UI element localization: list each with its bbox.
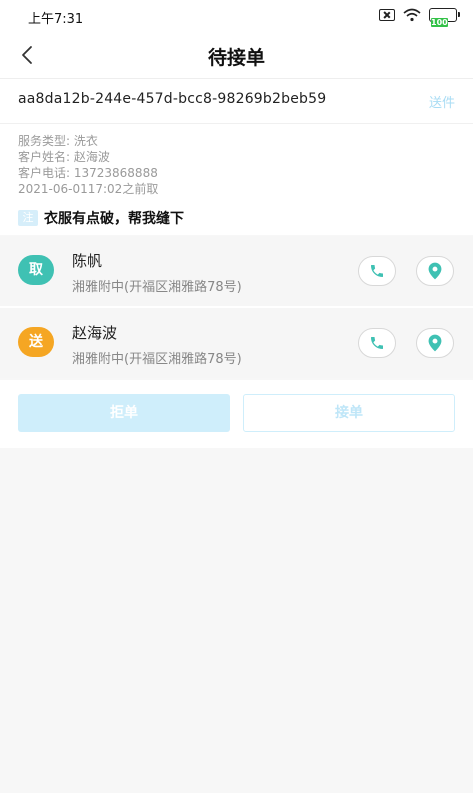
order-info: 服务类型: 洗衣 客户姓名: 赵海波 客户电话: 13723868888 202… [0,123,473,235]
pickup-address: 湘雅附中(开福区湘雅路78号) [72,280,242,295]
system-icons: 100 [379,8,460,27]
order-id-row: aa8da12b-244e-457d-bcc8-98269b2beb59 送件 [0,79,473,123]
pickup-call-button[interactable] [358,256,396,286]
no-sim-icon [379,9,395,21]
service-type: 服务类型: 洗衣 [18,134,98,148]
order-id: aa8da12b-244e-457d-bcc8-98269b2beb59 [18,91,327,107]
order-type-label: 送件 [428,96,455,111]
battery-level: 100 [431,18,448,27]
battery-icon: 100 [429,8,460,27]
note-text: 衣服有点破，帮我缝下 [44,211,184,227]
phone-icon [371,265,383,277]
delivery-badge: 送 [18,327,54,357]
status-time: 上午7:31 [28,12,84,27]
pickup-time: 2021-06-0117:02之前取 [18,182,159,196]
page-title: 待接单 [207,47,265,69]
order-note: 注 衣服有点破，帮我缝下 [18,208,184,228]
status-bar: 上午7:31 100 [0,0,473,32]
note-tag: 注 [18,210,38,226]
wifi-icon [403,8,421,22]
delivery-name: 赵海波 [72,324,118,342]
reject-button[interactable]: 拒单 [18,394,230,432]
nav-bar: 待接单 [0,32,473,78]
location-pin-icon [428,262,442,280]
phone-icon [371,337,383,349]
pickup-name: 陈帆 [72,252,103,270]
location-pin-icon [428,334,442,352]
accept-button[interactable]: 接单 [243,394,455,432]
customer-phone: 客户电话: 13723868888 [18,166,158,180]
action-bar: 拒单 接单 [0,380,473,448]
delivery-contact: 送 赵海波 湘雅附中(开福区湘雅路78号) [0,308,473,378]
customer-name: 客户姓名: 赵海波 [18,150,110,164]
pickup-location-button[interactable] [416,256,454,286]
pickup-contact: 取 陈帆 湘雅附中(开福区湘雅路78号) [0,236,473,306]
pickup-badge: 取 [18,255,54,285]
delivery-location-button[interactable] [416,328,454,358]
delivery-address: 湘雅附中(开福区湘雅路78号) [72,352,242,367]
delivery-call-button[interactable] [358,328,396,358]
